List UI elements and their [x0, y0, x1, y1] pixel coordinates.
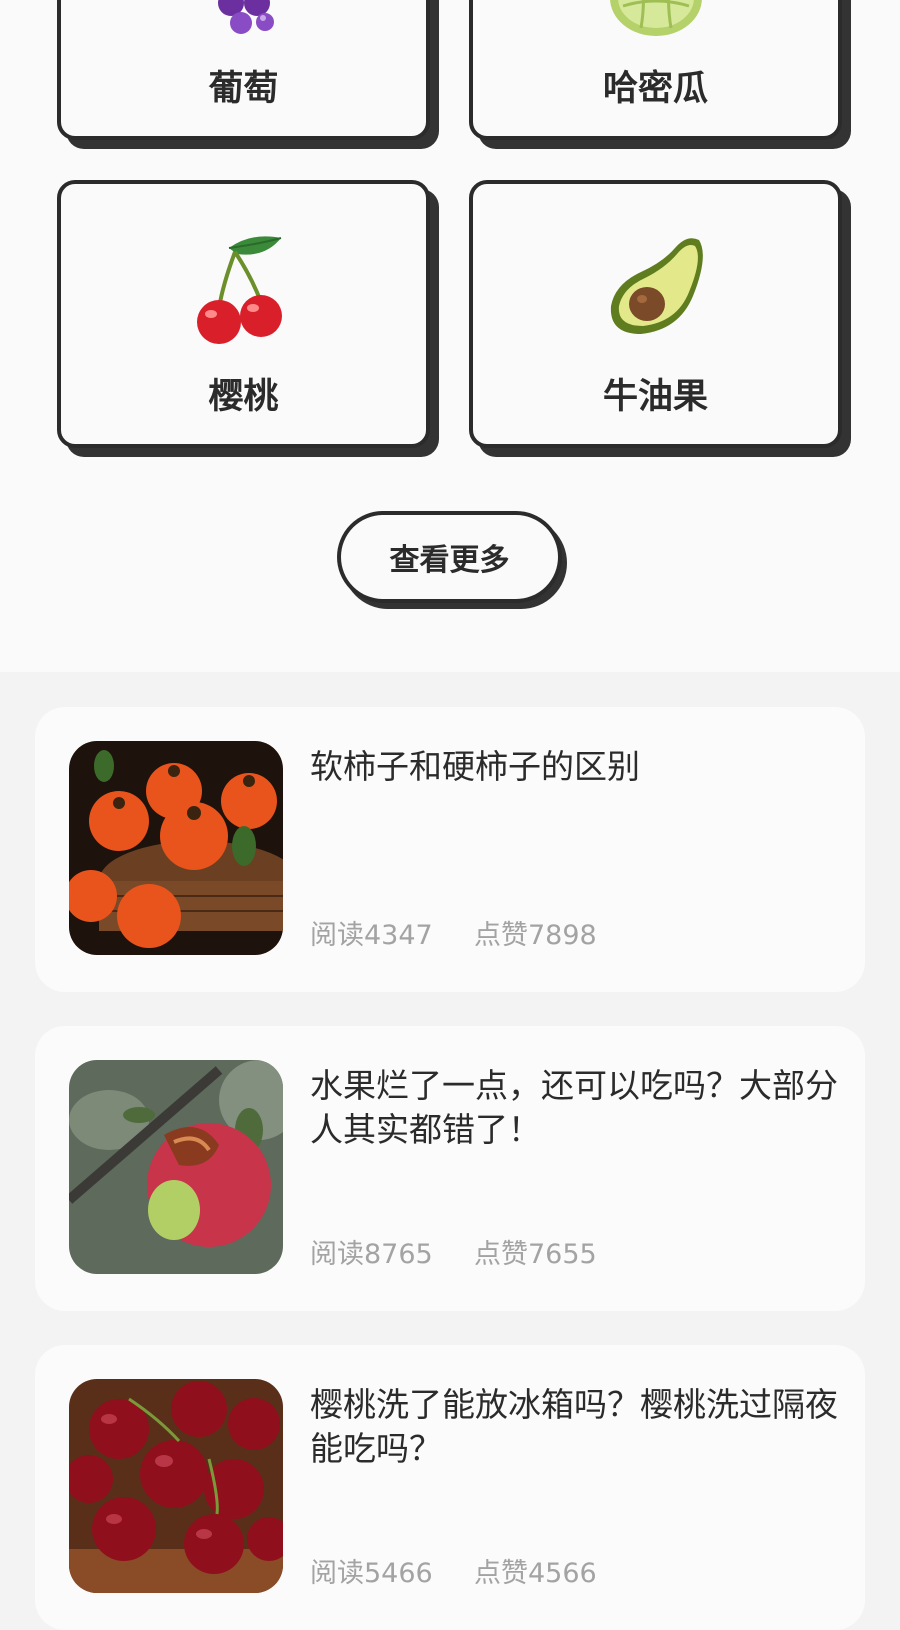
- persimmon-basket-image: [69, 741, 283, 955]
- article-stats: 阅读4347 点赞7898: [310, 913, 597, 952]
- category-card-cherry[interactable]: 樱桃: [57, 180, 430, 448]
- category-card-grape[interactable]: 葡萄: [57, 0, 430, 140]
- category-card-melon[interactable]: 哈密瓜: [469, 0, 842, 140]
- category-section: 葡萄 哈密瓜 樱桃 牛油果 查看更多: [0, 0, 900, 672]
- like-count: 点赞4566: [474, 1558, 597, 1589]
- category-label: 牛油果: [602, 377, 708, 417]
- article-title: 水果烂了一点，还可以吃吗？大部分人其实都错了！: [310, 1066, 838, 1149]
- read-count: 阅读8765: [310, 1239, 433, 1270]
- article-title: 软柿子和硬柿子的区别: [310, 747, 640, 786]
- cherries-image: [69, 1379, 283, 1593]
- article-card[interactable]: 软柿子和硬柿子的区别 阅读4347 点赞7898: [35, 707, 865, 992]
- article-stats: 阅读8765 点赞7655: [310, 1232, 597, 1271]
- melon-icon: [609, 0, 702, 36]
- like-count: 点赞7898: [474, 920, 597, 951]
- article-title: 樱桃洗了能放冰箱吗？樱桃洗过隔夜能吃吗？: [310, 1385, 838, 1468]
- rotten-apple-image: [69, 1060, 283, 1274]
- like-count: 点赞7655: [474, 1239, 597, 1270]
- article-card[interactable]: 水果烂了一点，还可以吃吗？大部分人其实都错了！ 阅读8765 点赞7655: [35, 1026, 865, 1311]
- category-label: 哈密瓜: [602, 69, 708, 109]
- view-more-button[interactable]: 查看更多: [337, 511, 562, 603]
- article-card[interactable]: 樱桃洗了能放冰箱吗？樱桃洗过隔夜能吃吗？ 阅读5466 点赞4566: [35, 1345, 865, 1630]
- grape-icon: [217, 0, 274, 34]
- read-count: 阅读5466: [310, 1558, 433, 1589]
- category-card-avocado[interactable]: 牛油果: [469, 180, 842, 448]
- avocado-icon: [610, 238, 703, 334]
- article-stats: 阅读5466 点赞4566: [310, 1551, 597, 1590]
- cherry-icon: [196, 236, 282, 344]
- category-label: 葡萄: [208, 69, 279, 109]
- category-label: 樱桃: [208, 377, 279, 417]
- read-count: 阅读4347: [310, 920, 433, 951]
